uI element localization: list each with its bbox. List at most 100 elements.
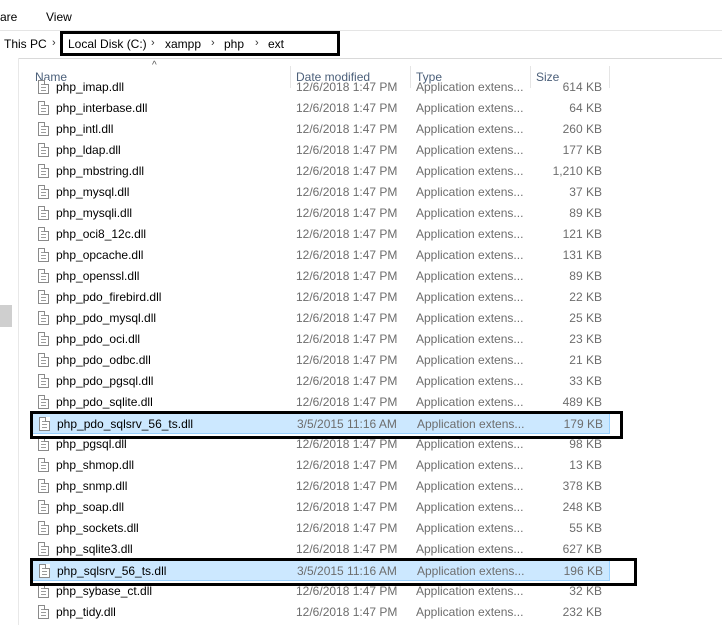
file-name: php_sockets.dll bbox=[56, 521, 139, 535]
dll-file-icon bbox=[38, 605, 49, 619]
file-date: 12/6/2018 1:47 PM bbox=[296, 479, 398, 493]
dll-file-icon bbox=[38, 227, 49, 241]
dll-file-icon bbox=[38, 164, 49, 178]
file-row[interactable]: php_sqlite3.dll 12/6/2018 1:47 PM Applicat… bbox=[32, 539, 610, 560]
file-size: 64 KB bbox=[569, 101, 602, 115]
dll-file-icon bbox=[38, 353, 49, 367]
file-size: 37 KB bbox=[569, 185, 602, 199]
file-row[interactable]: php_tidy.dll 12/6/2018 1:47 PM Application… bbox=[32, 602, 610, 623]
file-type: Application extens... bbox=[416, 542, 524, 556]
ribbon: are View bbox=[0, 0, 722, 31]
file-row[interactable]: php_openssl.dll 12/6/2018 1:47 PM Applicat… bbox=[32, 266, 610, 287]
file-row[interactable]: php_mysqli.dll 12/6/2018 1:47 PM Applicati… bbox=[32, 203, 610, 224]
file-date: 12/6/2018 1:47 PM bbox=[296, 374, 398, 388]
file-name: php_mysql.dll bbox=[56, 185, 130, 199]
file-size: 121 KB bbox=[562, 227, 602, 241]
file-size: 89 KB bbox=[569, 206, 602, 220]
file-row[interactable]: php_pdo_pgsql.dll 12/6/2018 1:47 PM Applic… bbox=[32, 371, 610, 392]
file-date: 12/6/2018 1:47 PM bbox=[296, 500, 398, 514]
dll-file-icon bbox=[38, 500, 49, 514]
dll-file-icon bbox=[38, 269, 49, 283]
file-row[interactable]: php_sockets.dll 12/6/2018 1:47 PM Applicat… bbox=[32, 518, 610, 539]
file-name: php_soap.dll bbox=[56, 500, 125, 514]
file-row[interactable]: php_shmop.dll 12/6/2018 1:47 PM Applicatio… bbox=[32, 455, 610, 476]
navigation-pane-selection[interactable] bbox=[0, 305, 12, 327]
file-date: 12/6/2018 1:47 PM bbox=[296, 248, 398, 262]
dll-file-icon bbox=[38, 584, 49, 598]
file-type: Application extens... bbox=[416, 269, 524, 283]
file-name: php_shmop.dll bbox=[56, 458, 135, 472]
file-row[interactable]: php_pdo_oci.dll 12/6/2018 1:47 PM Applicat… bbox=[32, 329, 610, 350]
file-type: Application extens... bbox=[416, 80, 524, 94]
dll-file-icon bbox=[38, 311, 49, 325]
dll-file-icon bbox=[38, 479, 49, 493]
file-size: 232 KB bbox=[562, 605, 602, 619]
file-type: Application extens... bbox=[416, 311, 524, 325]
dll-file-icon bbox=[38, 395, 49, 409]
dll-file-icon bbox=[38, 332, 49, 346]
file-date: 12/6/2018 1:47 PM bbox=[296, 80, 398, 94]
file-type: Application extens... bbox=[416, 227, 524, 241]
file-row[interactable]: php_pdo_firebird.dll 12/6/2018 1:47 PM App… bbox=[32, 287, 610, 308]
file-row[interactable]: php_mbstring.dll 12/6/2018 1:47 PM Applica… bbox=[32, 161, 610, 182]
file-type: Application extens... bbox=[416, 605, 524, 619]
file-type: Application extens... bbox=[416, 458, 524, 472]
file-date: 12/6/2018 1:47 PM bbox=[296, 605, 398, 619]
file-type: Application extens... bbox=[416, 206, 524, 220]
file-row[interactable]: php_opcache.dll 12/6/2018 1:47 PM Applicat… bbox=[32, 245, 610, 266]
file-row[interactable]: php_pdo_sqlite.dll 12/6/2018 1:47 PM Appli… bbox=[32, 392, 610, 413]
file-row[interactable]: php_snmp.dll 12/6/2018 1:47 PM Application… bbox=[32, 476, 610, 497]
file-row[interactable]: php_mysql.dll 12/6/2018 1:47 PM Applicatio… bbox=[32, 182, 610, 203]
file-date: 12/6/2018 1:47 PM bbox=[296, 332, 398, 346]
file-row[interactable]: php_ldap.dll 12/6/2018 1:47 PM Application… bbox=[32, 140, 610, 161]
file-name: php_intl.dll bbox=[56, 122, 114, 136]
file-size: 260 KB bbox=[562, 122, 602, 136]
file-size: 378 KB bbox=[562, 479, 602, 493]
file-size: 13 KB bbox=[569, 458, 602, 472]
file-row[interactable]: php_imap.dll 12/6/2018 1:47 PM Application… bbox=[32, 77, 610, 98]
file-size: 131 KB bbox=[562, 248, 602, 262]
file-date: 12/6/2018 1:47 PM bbox=[296, 458, 398, 472]
sort-ascending-icon: ^ bbox=[152, 60, 157, 71]
file-row[interactable]: php_pdo_odbc.dll 12/6/2018 1:47 PM Applica… bbox=[32, 350, 610, 371]
file-name: php_imap.dll bbox=[56, 80, 125, 94]
dll-file-icon bbox=[38, 101, 49, 115]
file-name: php_sqlite3.dll bbox=[56, 542, 133, 556]
dll-file-icon bbox=[38, 122, 49, 136]
file-row[interactable]: php_oci8_12c.dll 12/6/2018 1:47 PM Applica… bbox=[32, 224, 610, 245]
file-date: 12/6/2018 1:47 PM bbox=[296, 290, 398, 304]
file-type: Application extens... bbox=[416, 479, 524, 493]
navigation-pane[interactable] bbox=[0, 58, 19, 625]
file-type: Application extens... bbox=[416, 374, 524, 388]
dll-file-icon bbox=[38, 143, 49, 157]
file-type: Application extens... bbox=[416, 248, 524, 262]
tab-share[interactable]: are bbox=[0, 10, 17, 24]
file-name: php_snmp.dll bbox=[56, 479, 128, 493]
file-size: 21 KB bbox=[569, 353, 602, 367]
file-date: 12/6/2018 1:47 PM bbox=[296, 185, 398, 199]
file-row[interactable]: php_interbase.dll 12/6/2018 1:47 PM Applic… bbox=[32, 98, 610, 119]
breadcrumb-this-pc[interactable]: This PC bbox=[4, 37, 47, 51]
file-name: php_oci8_12c.dll bbox=[56, 227, 147, 241]
file-size: 25 KB bbox=[569, 311, 602, 325]
dll-file-icon bbox=[38, 185, 49, 199]
dll-file-icon bbox=[38, 542, 49, 556]
file-size: 33 KB bbox=[569, 374, 602, 388]
file-row[interactable]: php_soap.dll 12/6/2018 1:47 PM Application… bbox=[32, 497, 610, 518]
file-row[interactable]: php_intl.dll 12/6/2018 1:47 PM Application… bbox=[32, 119, 610, 140]
file-row[interactable]: php_pdo_mysql.dll 12/6/2018 1:47 PM Applic… bbox=[32, 308, 610, 329]
row-highlight-box bbox=[30, 411, 623, 439]
file-size: 22 KB bbox=[569, 290, 602, 304]
file-size: 248 KB bbox=[562, 500, 602, 514]
file-name: php_pdo_pgsql.dll bbox=[56, 374, 154, 388]
file-date: 12/6/2018 1:47 PM bbox=[296, 101, 398, 115]
file-date: 12/6/2018 1:47 PM bbox=[296, 143, 398, 157]
file-name: php_mysqli.dll bbox=[56, 206, 133, 220]
dll-file-icon bbox=[38, 80, 49, 94]
file-name: php_pdo_mysql.dll bbox=[56, 311, 157, 325]
chevron-right-icon[interactable]: › bbox=[52, 37, 56, 49]
file-name: php_openssl.dll bbox=[56, 269, 140, 283]
file-size: 627 KB bbox=[562, 542, 602, 556]
file-type: Application extens... bbox=[416, 395, 524, 409]
tab-view[interactable]: View bbox=[46, 10, 72, 24]
